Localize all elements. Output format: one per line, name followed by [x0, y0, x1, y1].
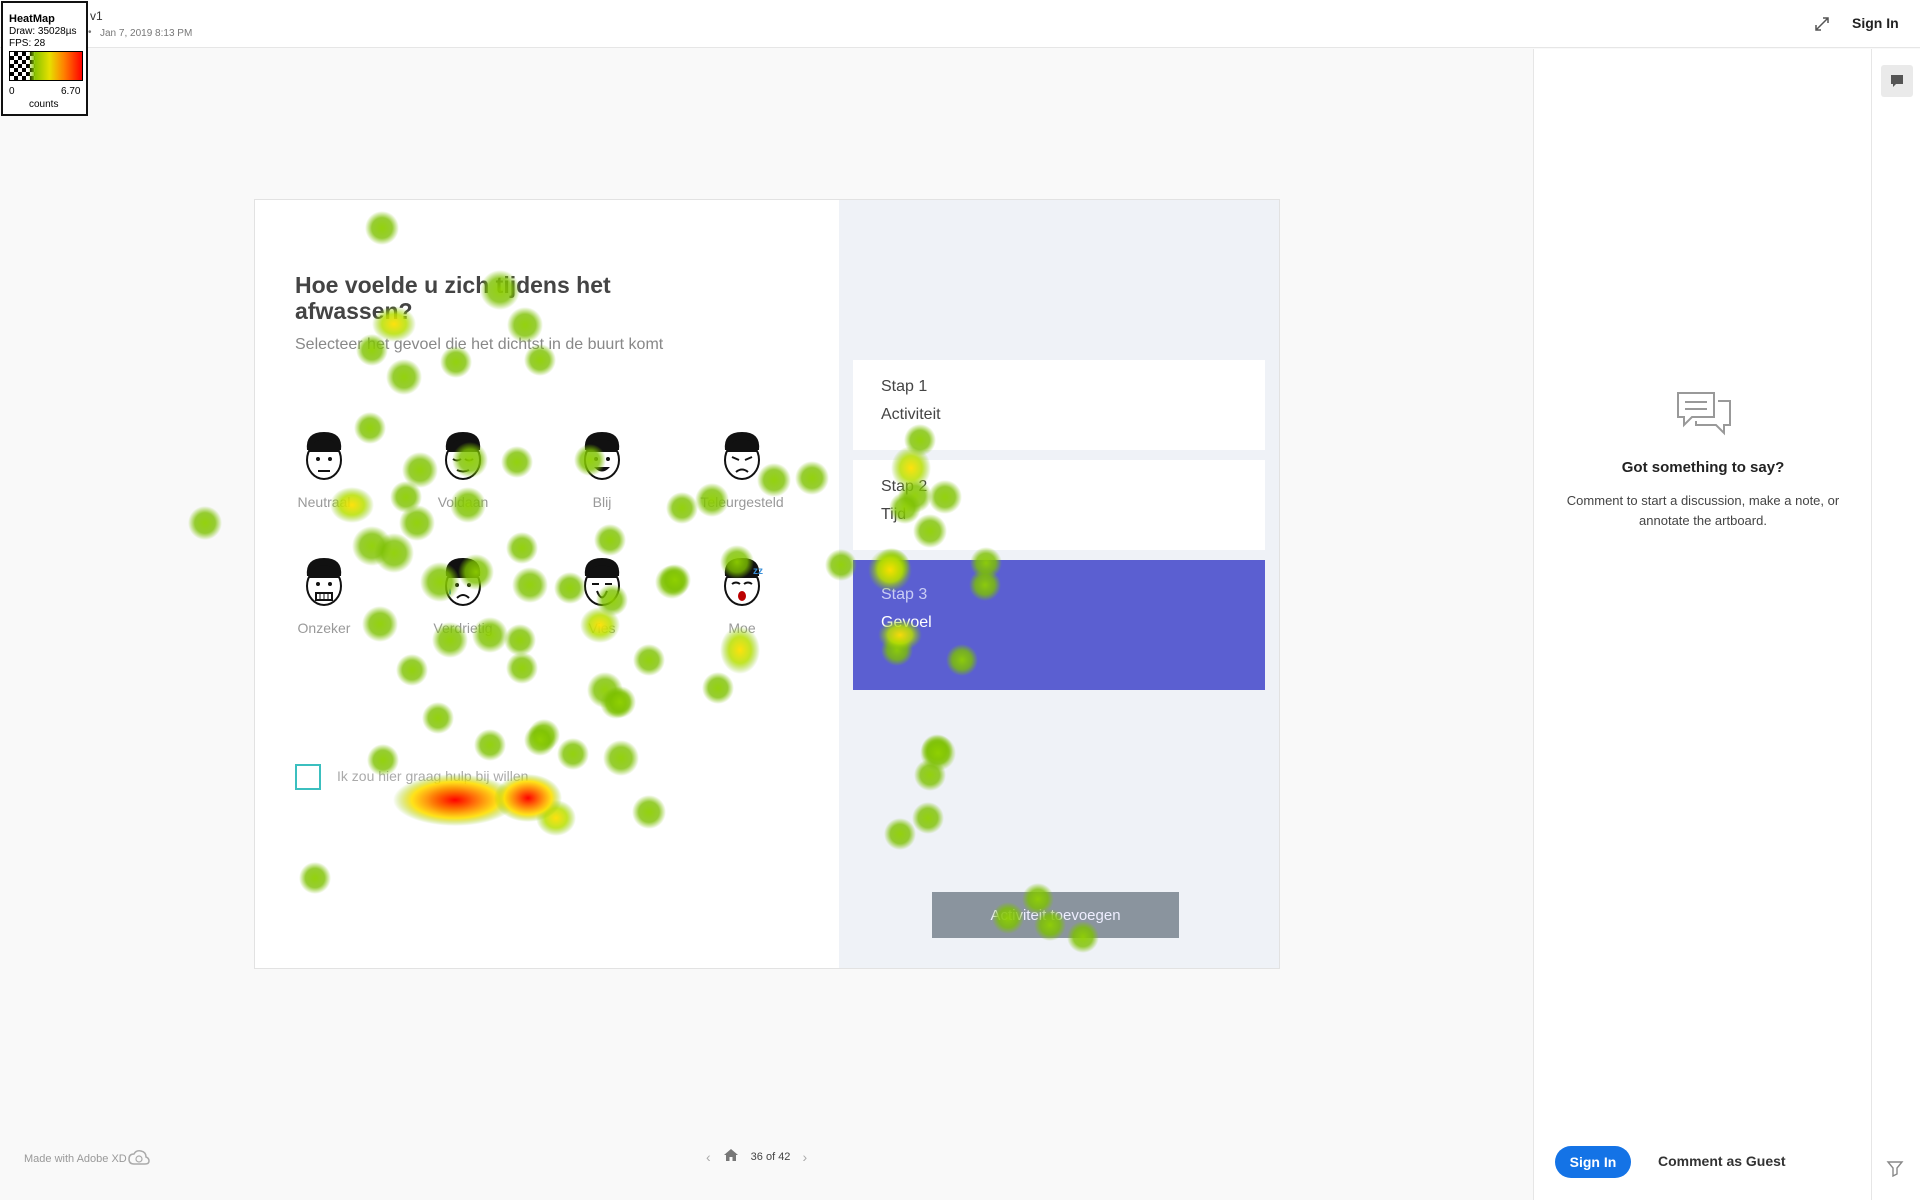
emotion-label: Neutraal: [297, 494, 351, 510]
sad-face-icon[interactable]: [438, 554, 488, 608]
emotion-label: Verdrietig: [433, 620, 493, 636]
top-bar: v1 • Jan 7, 2019 8:13 PM Sign In: [0, 0, 1920, 48]
help-checkbox[interactable]: [295, 764, 321, 790]
comments-title: Got something to say?: [1621, 459, 1785, 476]
heatmap-fps: FPS: 28: [9, 38, 46, 49]
creative-cloud-icon: [128, 1150, 150, 1171]
made-with-label: Made with Adobe XD: [24, 1153, 127, 1165]
comments-panel: Got something to say? Comment to start a…: [1533, 49, 1871, 1200]
heatmap-title: HeatMap: [9, 13, 55, 25]
step-name: Tijd: [881, 506, 907, 523]
comments-sign-in-button[interactable]: Sign In: [1555, 1146, 1631, 1178]
step-name: Gevoel: [881, 614, 932, 631]
filter-icon[interactable]: [1886, 1159, 1904, 1182]
right-rail: [1871, 49, 1920, 1200]
happy-face-icon[interactable]: [577, 428, 627, 482]
heatmap-min: 0: [9, 86, 15, 97]
step-number: Stap 3: [881, 586, 928, 603]
speech-bubbles-icon: [1674, 389, 1734, 442]
step-name: Activiteit: [881, 406, 941, 423]
heatmap-legend: HeatMap Draw: 35028µs FPS: 28 0 6.70 cou…: [1, 1, 88, 116]
heatmap-unit: counts: [29, 99, 59, 110]
emotion-label: Moe: [728, 620, 756, 636]
step-number: Stap 2: [881, 478, 928, 495]
disappointed-face-icon[interactable]: [717, 428, 767, 482]
step-number: Stap 1: [881, 378, 928, 395]
step-2[interactable]: Stap 2 Tijd: [853, 460, 1265, 550]
content-face-icon[interactable]: [438, 428, 488, 482]
home-icon[interactable]: [723, 1148, 739, 1165]
neutral-face-icon[interactable]: [299, 428, 349, 482]
page-indicator: 36 of 42: [750, 1150, 791, 1163]
disgusted-face-icon[interactable]: [577, 554, 627, 608]
emotion-label: Voldaan: [437, 494, 489, 510]
pager: ‹ 36 of 42 ›: [706, 1148, 807, 1165]
step-1[interactable]: Stap 1 Activiteit: [853, 360, 1265, 450]
timestamp: Jan 7, 2019 8:13 PM: [100, 28, 193, 39]
emotion-label: Blij: [592, 494, 612, 510]
emotion-panel: Hoe voelde u zich tijdens het afwassen? …: [255, 200, 839, 968]
date-bullet: •: [88, 27, 92, 38]
version-label: v1: [90, 9, 103, 23]
comments-description: Comment to start a discussion, make a no…: [1566, 493, 1840, 528]
svg-text:zz: zz: [753, 566, 763, 577]
heatmap-color-scale: [9, 51, 83, 81]
previous-page-icon[interactable]: ‹: [706, 1149, 711, 1165]
expand-icon[interactable]: [1810, 12, 1834, 36]
step-3[interactable]: Stap 3 Gevoel: [853, 560, 1265, 690]
emotion-label: Vies: [588, 620, 616, 636]
add-activity-button[interactable]: Activiteit toevoegen: [932, 892, 1179, 938]
question-subtitle: Selecteer het gevoel die het dichtst in …: [295, 336, 664, 353]
sign-in-link[interactable]: Sign In: [1852, 15, 1899, 31]
heatmap-draw-time: Draw: 35028µs: [9, 26, 77, 37]
help-checkbox-label: Ik zou hier graag hulp bij willen: [337, 768, 529, 784]
comment-as-guest-link[interactable]: Comment as Guest: [1658, 1153, 1786, 1169]
heatmap-max: 6.70: [61, 86, 81, 97]
unsure-face-icon[interactable]: [299, 554, 349, 608]
artboard: Hoe voelde u zich tijdens het afwassen? …: [254, 199, 1280, 969]
steps-panel: Stap 1 Activiteit Stap 2 Tijd Stap 3 Gev…: [839, 200, 1279, 968]
next-page-icon[interactable]: ›: [802, 1149, 807, 1165]
emotion-label: Teleurgesteld: [700, 494, 784, 510]
emotion-label: Onzeker: [297, 620, 351, 636]
question-title: Hoe voelde u zich tijdens het afwassen?: [295, 272, 611, 324]
comment-toggle-icon[interactable]: [1881, 65, 1913, 97]
tired-face-icon[interactable]: zz: [717, 554, 767, 608]
